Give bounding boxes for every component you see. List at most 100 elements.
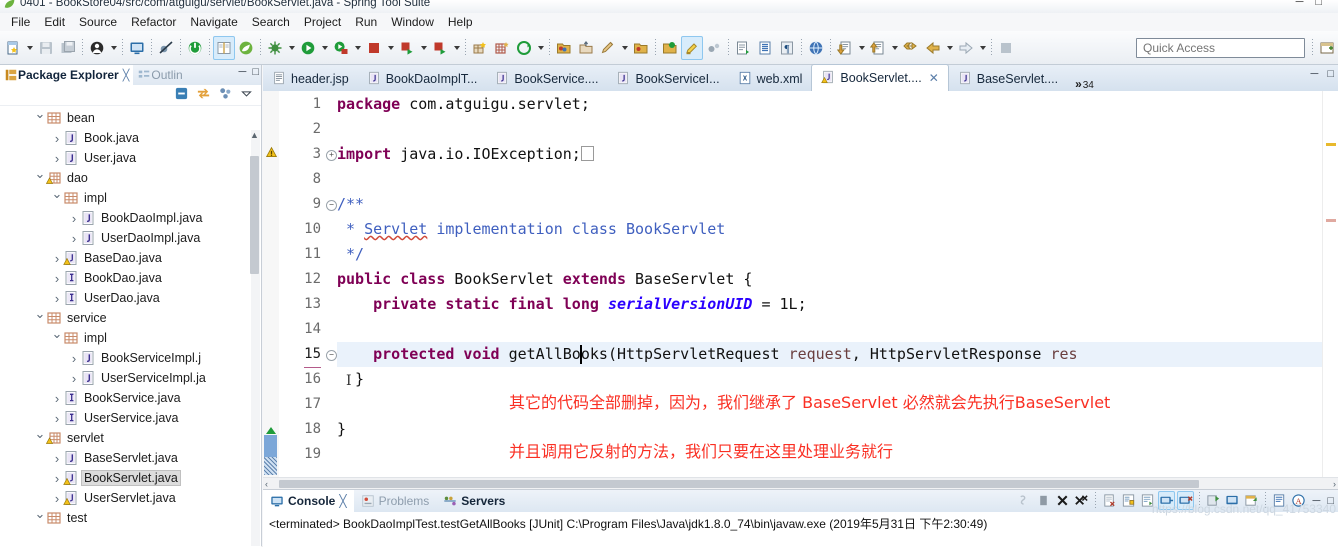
chevron-down-icon[interactable] bbox=[535, 36, 546, 60]
menu-help[interactable]: Help bbox=[441, 14, 480, 30]
tree-item[interactable]: BookDaoImpl.java bbox=[0, 208, 261, 228]
view-window-controls[interactable]: ─ □ bbox=[239, 66, 259, 78]
forward-arrow-icon[interactable] bbox=[955, 36, 977, 60]
chevron-down-icon[interactable] bbox=[34, 110, 46, 126]
new-java-class-icon[interactable] bbox=[491, 36, 513, 60]
remove-all-icon[interactable] bbox=[1073, 491, 1090, 510]
tree-item[interactable]: UserServiceImpl.ja bbox=[0, 368, 261, 388]
tree-item[interactable]: UserService.java bbox=[0, 408, 261, 428]
tab-console[interactable]: Console ╳ bbox=[263, 490, 354, 512]
run-external-icon[interactable] bbox=[429, 36, 451, 60]
chevron-right-icon[interactable] bbox=[51, 291, 63, 306]
chevron-right-icon[interactable] bbox=[51, 251, 63, 266]
chevron-right-icon[interactable] bbox=[68, 231, 80, 246]
chevron-down-icon[interactable] bbox=[24, 36, 35, 60]
tab-servers[interactable]: Servers bbox=[436, 490, 512, 512]
editor-tab-0[interactable]: header.jsp bbox=[263, 67, 358, 91]
next-edit-icon[interactable] bbox=[834, 36, 856, 60]
menu-edit[interactable]: Edit bbox=[37, 14, 72, 30]
console-output[interactable]: <terminated> BookDaoImplTest.testGetAllB… bbox=[263, 512, 1338, 547]
chevron-right-icon[interactable] bbox=[51, 451, 63, 466]
chevron-down-icon[interactable] bbox=[286, 36, 297, 60]
annotation-ruler[interactable] bbox=[263, 91, 280, 477]
editor-tab-4[interactable]: Xweb.xml bbox=[729, 67, 812, 91]
tree-item[interactable]: User.java bbox=[0, 148, 261, 168]
terminate-all-icon[interactable] bbox=[1016, 491, 1033, 510]
folding-ruler[interactable]: + − − bbox=[325, 91, 337, 477]
pencil-edit-icon[interactable] bbox=[597, 36, 619, 60]
tree-item[interactable]: UserDao.java bbox=[0, 288, 261, 308]
folder-view-icon[interactable] bbox=[630, 36, 652, 60]
editor-tab-5[interactable]: BookServlet.... ✕ bbox=[811, 64, 949, 91]
tree-item[interactable]: BaseDao.java bbox=[0, 248, 261, 268]
chevron-right-icon[interactable] bbox=[51, 131, 63, 146]
save-all-icon[interactable] bbox=[57, 36, 79, 60]
tree-item[interactable]: test bbox=[0, 508, 261, 528]
overview-ruler[interactable] bbox=[1322, 91, 1338, 477]
editor-window-controls[interactable]: ─ □ bbox=[1311, 68, 1334, 80]
collapse-all-icon[interactable] bbox=[174, 86, 189, 104]
chevron-right-icon[interactable] bbox=[51, 491, 63, 506]
remove-launch-icon[interactable] bbox=[1035, 491, 1052, 510]
open-web-browser-icon[interactable] bbox=[805, 36, 827, 60]
tree-item[interactable]: impl bbox=[0, 328, 261, 348]
chevron-right-icon[interactable] bbox=[68, 351, 80, 366]
tree-item[interactable]: BookServiceImpl.j bbox=[0, 348, 261, 368]
view-filter-icon[interactable] bbox=[218, 86, 233, 104]
chevron-down-icon[interactable] bbox=[451, 36, 462, 60]
chevron-down-icon[interactable] bbox=[385, 36, 396, 60]
chevron-down-icon[interactable] bbox=[418, 36, 429, 60]
new-wizard-icon[interactable] bbox=[2, 36, 24, 60]
back-history-icon[interactable] bbox=[900, 36, 922, 60]
fold-collapse-icon[interactable]: − bbox=[326, 350, 337, 361]
highlight-marker-icon[interactable] bbox=[681, 35, 703, 60]
close-icon[interactable]: ╳ bbox=[123, 69, 130, 82]
chevron-down-icon[interactable] bbox=[51, 190, 63, 206]
tree-item[interactable]: BookDao.java bbox=[0, 268, 261, 288]
show-whitespace-icon[interactable] bbox=[754, 36, 776, 60]
save-icon[interactable] bbox=[35, 36, 57, 60]
fold-expand-icon[interactable]: + bbox=[326, 150, 337, 161]
menu-source[interactable]: Source bbox=[72, 14, 124, 30]
folded-import-placeholder[interactable] bbox=[580, 146, 594, 161]
run-server-icon[interactable] bbox=[330, 36, 352, 60]
chevron-down-icon[interactable] bbox=[108, 36, 119, 60]
code-editor[interactable]: 1 2 3 8 9 10 11 12 13 14 15 16 17 18 19 + − − package co… bbox=[263, 91, 1338, 489]
maximize-editor-icon[interactable]: □ bbox=[1327, 68, 1334, 80]
minimize-editor-icon[interactable]: ─ bbox=[1311, 68, 1319, 80]
chevron-right-icon[interactable] bbox=[51, 151, 63, 166]
tree-scrollbar[interactable]: ▲ bbox=[250, 130, 260, 546]
editor-tab-6[interactable]: BaseServlet.... bbox=[949, 67, 1067, 91]
editor-tab-2[interactable]: BookService.... bbox=[486, 67, 607, 91]
paragraph-mark-icon[interactable]: ¶ bbox=[776, 36, 798, 60]
chevron-right-icon[interactable] bbox=[51, 471, 63, 486]
warning-marker-icon[interactable] bbox=[265, 146, 278, 162]
boot-dashboard-icon[interactable] bbox=[184, 36, 206, 60]
chevron-right-icon[interactable] bbox=[51, 411, 63, 426]
spring-leaf-icon[interactable] bbox=[235, 36, 257, 60]
new-generic-icon[interactable] bbox=[513, 36, 535, 60]
menu-navigate[interactable]: Navigate bbox=[183, 14, 244, 30]
tree-item[interactable]: service bbox=[0, 308, 261, 328]
scroll-right-arrow[interactable]: › bbox=[1333, 479, 1336, 489]
quick-access-input[interactable] bbox=[1136, 37, 1305, 58]
tree-item[interactable]: impl bbox=[0, 188, 261, 208]
chevron-down-icon[interactable] bbox=[977, 36, 988, 60]
tree-scroll-thumb[interactable] bbox=[250, 156, 259, 274]
chevron-down-icon[interactable] bbox=[34, 430, 46, 446]
tree-item[interactable]: BaseServlet.java bbox=[0, 448, 261, 468]
fold-collapse-icon[interactable]: − bbox=[326, 200, 337, 211]
menu-file[interactable]: File bbox=[4, 14, 37, 30]
chevron-right-icon[interactable] bbox=[68, 211, 80, 226]
chevron-down-icon[interactable] bbox=[619, 36, 630, 60]
view-menu-icon[interactable] bbox=[240, 87, 253, 103]
chevron-right-icon[interactable] bbox=[51, 391, 63, 406]
chevron-down-icon[interactable] bbox=[856, 36, 867, 60]
chevron-down-icon[interactable] bbox=[352, 36, 363, 60]
editor-tab-1[interactable]: BookDaoImplT... bbox=[358, 67, 487, 91]
previous-edit-icon[interactable] bbox=[867, 36, 889, 60]
menu-search[interactable]: Search bbox=[245, 14, 297, 30]
tree-item[interactable]: bean bbox=[0, 108, 261, 128]
scroll-lock-icon[interactable] bbox=[1120, 491, 1137, 510]
run-icon[interactable] bbox=[297, 36, 319, 60]
